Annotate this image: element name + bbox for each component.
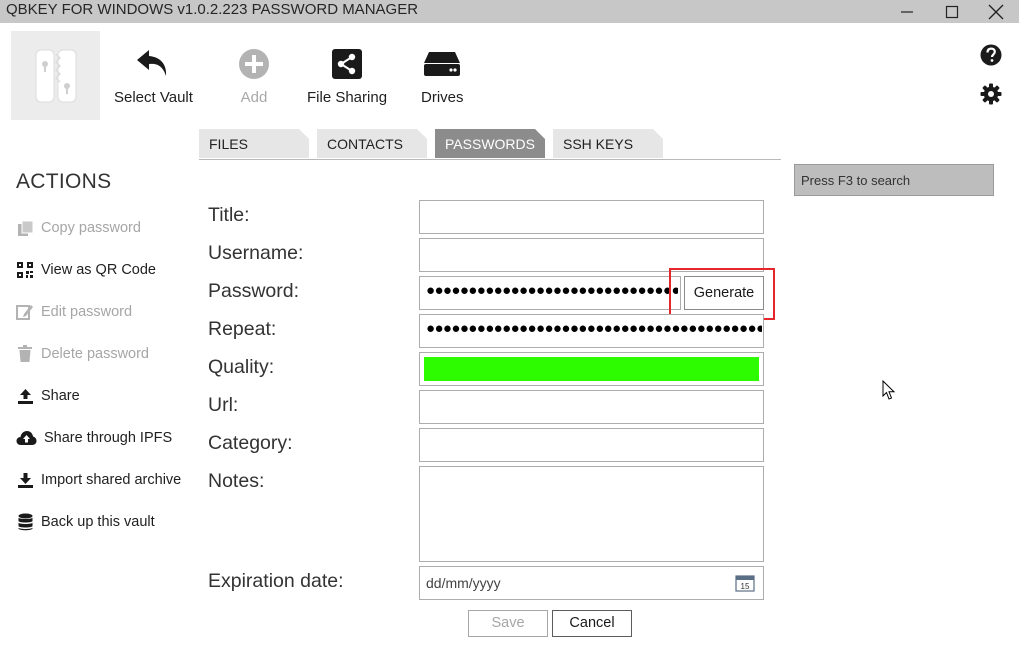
expiration-date-label: Expiration date:	[208, 570, 344, 592]
cancel-button[interactable]: Cancel	[552, 610, 632, 637]
tab-contacts[interactable]: CONTACTS	[317, 129, 427, 158]
add-label: Add	[240, 89, 268, 106]
username-input[interactable]	[419, 238, 764, 272]
edit-password-action[interactable]: Edit password	[16, 300, 132, 324]
close-icon	[988, 4, 1004, 19]
password-input[interactable]: ●●●●●●●●●●●●●●●●●●●●●●●●●●●●●●●●●●●●●●●●	[419, 276, 681, 310]
qbkey-logo-icon	[35, 49, 76, 102]
username-label: Username:	[208, 242, 304, 264]
delete-password-action[interactable]: Delete password	[16, 342, 149, 366]
password-value: ●●●●●●●●●●●●●●●●●●●●●●●●●●●●●●●●●●●●●●●●	[426, 282, 678, 299]
help-button[interactable]	[978, 42, 1004, 68]
share-icon	[332, 49, 363, 79]
settings-button[interactable]	[978, 81, 1004, 107]
download-icon	[17, 472, 33, 488]
select-vault-button[interactable]: Select Vault	[114, 44, 193, 106]
import-shared-archive-action[interactable]: Import shared archive	[16, 468, 181, 492]
title-bar: QBKEY FOR WINDOWS v1.0.2.223 PASSWORD MA…	[0, 0, 1019, 23]
maximize-button[interactable]	[929, 0, 975, 23]
upload-icon	[17, 388, 33, 404]
close-button[interactable]	[973, 0, 1019, 23]
window-title: QBKEY FOR WINDOWS v1.0.2.223 PASSWORD MA…	[6, 1, 419, 18]
app-logo	[11, 31, 100, 120]
add-button[interactable]: Add	[234, 44, 274, 106]
file-sharing-label: File Sharing	[307, 89, 388, 106]
notes-label: Notes:	[208, 470, 265, 492]
trash-icon	[18, 345, 32, 362]
file-sharing-button[interactable]: File Sharing	[307, 44, 387, 106]
cloud-upload-icon	[16, 431, 37, 445]
quality-fill	[424, 357, 759, 381]
maximize-icon	[945, 5, 959, 18]
repeat-label: Repeat:	[208, 318, 277, 340]
drives-button[interactable]: Drives	[421, 44, 464, 106]
generate-highlight-box	[669, 268, 775, 320]
repeat-value: ●●●●●●●●●●●●●●●●●●●●●●●●●●●●●●●●●●●●●●●●…	[426, 320, 762, 337]
minimize-button[interactable]	[884, 0, 930, 23]
repeat-input[interactable]: ●●●●●●●●●●●●●●●●●●●●●●●●●●●●●●●●●●●●●●●●…	[419, 314, 764, 348]
copy-icon	[17, 220, 33, 236]
copy-password-action[interactable]: Copy password	[16, 216, 141, 240]
title-input[interactable]	[419, 200, 764, 234]
quality-meter	[419, 352, 764, 386]
minimize-icon	[901, 10, 913, 13]
view-qr-code-label: View as QR Code	[41, 262, 156, 278]
settings-gear-icon	[980, 83, 1002, 105]
tab-passwords[interactable]: PASSWORDS	[435, 129, 545, 158]
import-shared-archive-label: Import shared archive	[41, 472, 182, 488]
edit-icon	[16, 305, 33, 320]
password-label: Password:	[208, 280, 300, 302]
category-input[interactable]	[419, 428, 764, 462]
plus-circle-icon	[239, 49, 269, 79]
expiration-date-input[interactable]: dd/mm/yyyy 15	[419, 566, 764, 600]
search-box[interactable]: Press F3 to search	[794, 164, 994, 196]
category-label: Category:	[208, 432, 293, 454]
url-label: Url:	[208, 394, 239, 416]
back-up-vault-action[interactable]: Back up this vault	[16, 510, 155, 534]
edit-password-label: Edit password	[41, 304, 133, 320]
qr-code-icon	[17, 262, 33, 278]
back-up-vault-label: Back up this vault	[41, 514, 155, 530]
database-icon	[18, 513, 32, 531]
title-label: Title:	[208, 204, 250, 226]
copy-password-label: Copy password	[41, 220, 141, 236]
share-through-ipfs-label: Share through IPFS	[44, 430, 173, 446]
actions-heading: ACTIONS	[16, 170, 112, 193]
drives-label: Drives	[421, 89, 464, 106]
share-action[interactable]: Share	[16, 384, 80, 408]
share-label: Share	[41, 388, 80, 404]
expiration-date-placeholder: dd/mm/yyyy	[426, 575, 501, 591]
tab-bar: FILES CONTACTS PASSWORDS SSH KEYS	[199, 129, 781, 160]
mouse-cursor-icon	[882, 380, 896, 400]
undo-arrow-icon	[137, 50, 167, 76]
save-button[interactable]: Save	[468, 610, 548, 637]
quality-label: Quality:	[208, 356, 275, 378]
help-icon	[980, 44, 1002, 66]
share-through-ipfs-action[interactable]: Share through IPFS	[16, 426, 172, 450]
calendar-icon[interactable]: 15	[735, 574, 755, 592]
calendar-day: 15	[741, 582, 750, 591]
notes-input[interactable]	[419, 466, 764, 562]
select-vault-label: Select Vault	[114, 89, 193, 106]
delete-password-label: Delete password	[41, 346, 149, 362]
tab-files[interactable]: FILES	[199, 129, 309, 158]
view-qr-code-action[interactable]: View as QR Code	[16, 258, 156, 282]
tab-ssh-keys[interactable]: SSH KEYS	[553, 129, 663, 158]
drive-icon	[424, 52, 461, 76]
url-input[interactable]	[419, 390, 764, 424]
